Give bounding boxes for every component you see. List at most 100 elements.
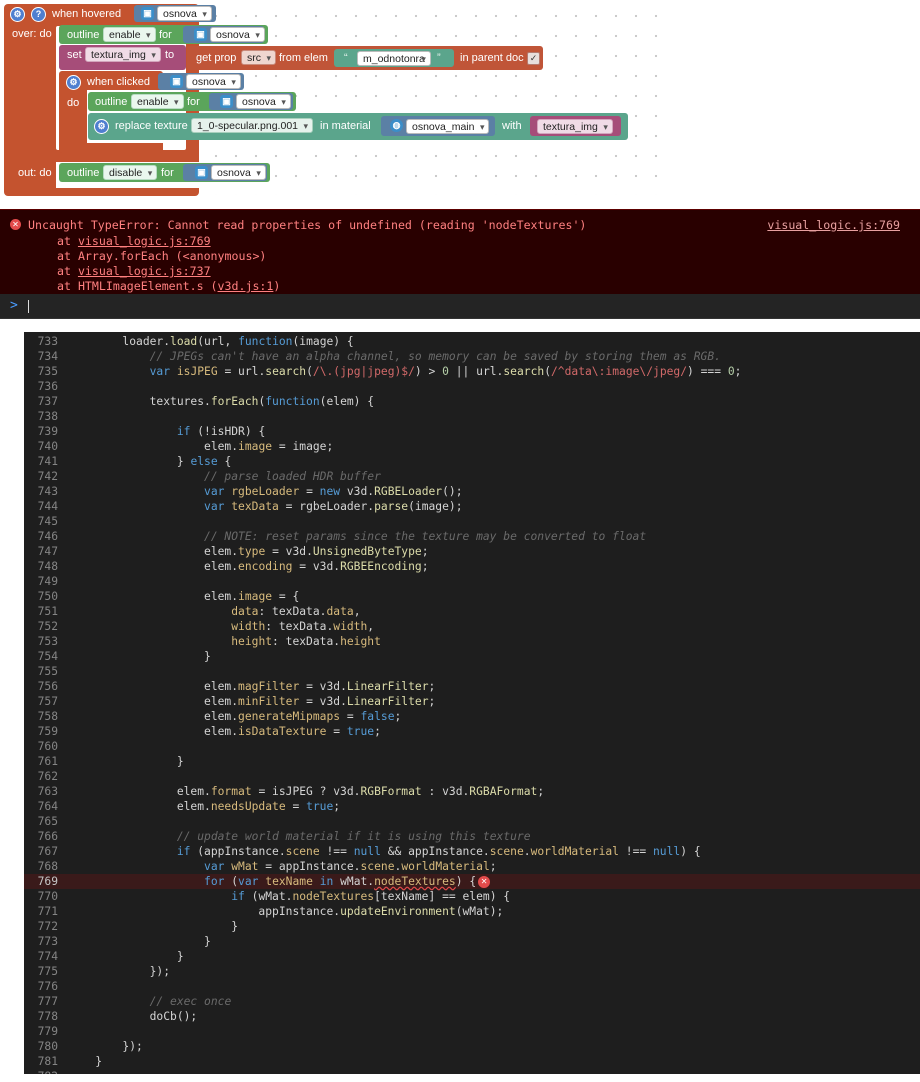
code-line: 754 } (37, 650, 211, 663)
in-material-label: in material (320, 120, 371, 132)
code-line: 733 loader.load(url, function(image) { (37, 335, 354, 348)
code-line: 779 (37, 1025, 58, 1038)
code-line: 762 (37, 770, 58, 783)
code-line: 765 (37, 815, 58, 828)
code-line: 756 elem.magFilter = v3d.LinearFilter; (37, 680, 436, 693)
outline-disable-mode-dropdown[interactable]: disable (103, 165, 158, 180)
code-line: 743 var rgbeLoader = new v3d.RGBELoader(… (37, 485, 463, 498)
gear-icon[interactable]: ⚙ (66, 75, 81, 90)
open-quote-icon: “ (344, 52, 348, 64)
prompt-caret (28, 300, 29, 313)
code-line: 774 } (37, 950, 184, 963)
replace-texture-label: replace texture (115, 120, 188, 132)
code-line: 748 elem.encoding = v3d.RGBEEncoding; (37, 560, 429, 573)
code-line: 741 } else { (37, 455, 232, 468)
prompt-chevron-icon: > (10, 298, 18, 313)
outline-label: outline (67, 29, 100, 41)
error-message: Uncaught TypeError: Cannot read properti… (28, 218, 587, 232)
set-label: set (67, 49, 82, 61)
code-line: 760 (37, 740, 58, 753)
checkbox-icon[interactable]: ✓ (527, 52, 540, 65)
code-line: 767 if (appInstance.scene !== null && ap… (37, 845, 701, 858)
code-line: 766 // update world material if it is us… (37, 830, 531, 843)
when-hovered-label: when hovered (52, 8, 122, 20)
clicked-object-dropdown[interactable]: osnova (186, 74, 241, 89)
error-source-link[interactable]: visual_logic.js:769 (767, 218, 900, 232)
code-line: 768 var wMat = appInstance.scene.worldMa… (37, 860, 497, 873)
from-elem-label: from elem (279, 52, 328, 64)
elem-name-field[interactable]: m_odnotonra (357, 51, 431, 66)
gear-icon[interactable]: ⚙ (10, 7, 25, 22)
code-editor[interactable]: 733 loader.load(url, function(image) { 7… (24, 332, 920, 1074)
blockly-workspace[interactable]: ⚙ ? when hovered ▣ osnova over: do out: … (0, 0, 920, 206)
code-line: 745 (37, 515, 58, 528)
stack-frame: at visual_logic.js:769 (57, 234, 211, 248)
stack-link[interactable]: v3d.js:1 (218, 279, 274, 293)
error-badge-icon[interactable]: ✕ (478, 876, 491, 888)
code-line: 753 height: texData.height (37, 635, 381, 648)
code-line: 773 } (37, 935, 211, 948)
code-line: 778 doCb(); (37, 1010, 198, 1023)
for-label: for (161, 167, 174, 179)
code-line: 764 elem.needsUpdate = true; (37, 800, 341, 813)
code-line: 737 textures.forEach(function(elem) { (37, 395, 375, 408)
inner-outline-mode-dropdown[interactable]: enable (131, 94, 184, 109)
console-prompt[interactable]: > (0, 294, 920, 319)
code-line: 742 // parse loaded HDR buffer (37, 470, 381, 483)
get-prop-label: get prop (196, 52, 237, 64)
code-line: 739 if (!isHDR) { (37, 425, 266, 438)
with-label: with (502, 120, 522, 132)
with-variable-dropdown[interactable]: textura_img (537, 119, 613, 134)
in-parent-doc-label: in parent doc (460, 52, 524, 64)
texture-dropdown[interactable]: 1_0-specular.png.001 (191, 118, 313, 133)
code-line: 758 elem.generateMipmaps = false; (37, 710, 402, 723)
code-line: 752 width: texData.width, (37, 620, 375, 633)
code-line: 750 elem.image = { (37, 590, 300, 603)
stack-frame: at Array.forEach (<anonymous>) (57, 249, 267, 263)
for-label: for (187, 96, 200, 108)
cube-icon: ▣ (194, 28, 207, 41)
code-line: 761 } (37, 755, 184, 768)
outline-mode-dropdown[interactable]: enable (103, 27, 156, 42)
stack-frame: at HTMLImageElement.s (v3d.js:1) (57, 279, 281, 293)
code-line: 770 if (wMat.nodeTextures[texName] == el… (37, 890, 511, 903)
stack-link[interactable]: visual_logic.js:737 (78, 264, 211, 278)
prop-dropdown[interactable]: src (241, 50, 276, 65)
code-line: 780 }); (37, 1040, 143, 1053)
code-line: 747 elem.type = v3d.UnsignedByteType; (37, 545, 429, 558)
code-line: 772 } (37, 920, 239, 933)
code-line: 782 (24, 1069, 920, 1074)
code-line: 755 (37, 665, 58, 678)
code-line-error-highlight: 769 for (var texName in wMat.nodeTexture… (24, 874, 920, 889)
gear-icon[interactable]: ⚙ (94, 119, 109, 134)
material-dropdown[interactable]: osnova_main (406, 119, 490, 134)
code-line: 744 var texData = rgbeLoader.parse(image… (37, 500, 463, 513)
outline-label: outline (67, 167, 100, 179)
console-error-panel: ✕ Uncaught TypeError: Cannot read proper… (0, 209, 920, 295)
for-label: for (159, 29, 172, 41)
code-line: 776 (37, 980, 58, 993)
cube-icon: ▣ (195, 166, 208, 179)
variable-dropdown[interactable]: textura_img (85, 47, 161, 62)
outline-disable-object-dropdown[interactable]: osnova (211, 165, 266, 180)
stack-frame: at visual_logic.js:737 (57, 264, 211, 278)
code-line: 781 } (37, 1055, 103, 1068)
when-clicked-label: when clicked (87, 76, 150, 88)
code-line: 735 var isJPEG = url.search(/\.(jpg|jpeg… (37, 365, 742, 378)
code-line: 757 elem.minFilter = v3d.LinearFilter; (37, 695, 436, 708)
globe-icon: ◍ (390, 119, 403, 132)
close-quote-icon: ” (437, 52, 441, 64)
code-line: 751 data: texData.data, (37, 605, 361, 618)
code-line: 740 elem.image = image; (37, 440, 334, 453)
outline-object-dropdown[interactable]: osnova (210, 27, 265, 42)
code-line: 749 (37, 575, 58, 588)
stack-link[interactable]: visual_logic.js:769 (78, 234, 211, 248)
over-do-label: over: do (12, 28, 52, 40)
hover-object-dropdown[interactable]: osnova (157, 6, 212, 21)
inner-outline-object-dropdown[interactable]: osnova (236, 94, 291, 109)
help-icon[interactable]: ? (31, 7, 46, 22)
code-line: 777 // exec once (37, 995, 232, 1008)
cube-icon: ▣ (220, 95, 233, 108)
outline-label: outline (95, 96, 128, 108)
error-icon: ✕ (10, 219, 21, 230)
